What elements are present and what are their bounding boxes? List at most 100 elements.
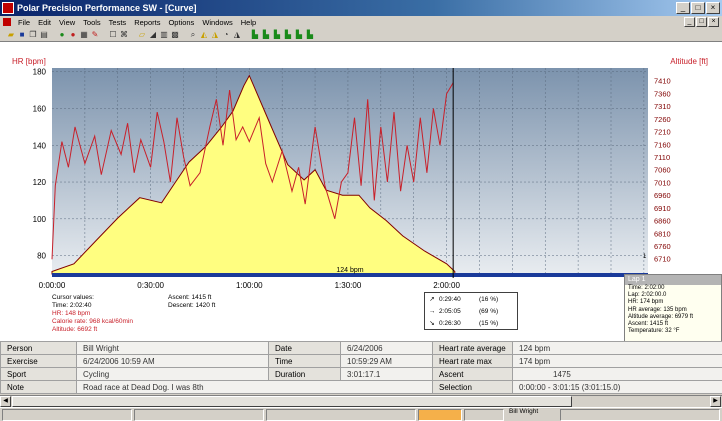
pie-icon[interactable]: ◔ bbox=[221, 30, 231, 40]
sport-value[interactable]: Cycling bbox=[76, 367, 269, 381]
zoom-icon[interactable]: ◢ bbox=[148, 30, 158, 40]
curve-power-icon[interactable]: ▙ bbox=[294, 30, 304, 40]
x-tick-label: 1:00:00 bbox=[236, 281, 263, 290]
copy-icon[interactable]: ❐ bbox=[28, 30, 38, 40]
cursor-altitude: Altitude: 6692 ft bbox=[52, 326, 98, 333]
menu-view[interactable]: View bbox=[55, 18, 79, 27]
status-person: Bill Wright bbox=[509, 408, 539, 415]
curve-temp-icon[interactable]: ▙ bbox=[305, 30, 315, 40]
date-label: Date bbox=[268, 341, 341, 355]
y-right-tick-label: 7360 bbox=[654, 89, 671, 98]
status-pane-4 bbox=[418, 409, 462, 421]
y-right-tick-label: 7010 bbox=[654, 178, 671, 187]
table-row: Person Bill Wright Date 6/24/2006 Heart … bbox=[0, 341, 722, 355]
curve-speed-icon[interactable]: ▙ bbox=[272, 30, 282, 40]
folder-chart-icon[interactable]: ▱ bbox=[137, 30, 147, 40]
curve-alt-icon[interactable]: ▙ bbox=[261, 30, 271, 40]
menu-tests[interactable]: Tests bbox=[105, 18, 131, 27]
y-right-tick-label: 7410 bbox=[654, 77, 671, 86]
grid-icon[interactable]: ▩ bbox=[170, 30, 180, 40]
ascent-value-cell: 1475 bbox=[512, 367, 722, 381]
note-label: Note bbox=[0, 380, 77, 394]
y-right-tick-label: 6810 bbox=[654, 229, 671, 238]
ascent-descent-panel: Ascent: 1415 ft Descent: 1420 ft bbox=[168, 294, 215, 310]
zoom-in-icon[interactable]: ⌕ bbox=[188, 30, 198, 40]
menu-options[interactable]: Options bbox=[164, 18, 198, 27]
scale-icon[interactable]: ◮ bbox=[210, 30, 220, 40]
exercise-value[interactable]: 6/24/2006 10:59 AM bbox=[76, 354, 269, 368]
person-value[interactable]: Bill Wright bbox=[76, 341, 269, 355]
open-folder-icon[interactable]: ▰ bbox=[6, 30, 16, 40]
menu-tools[interactable]: Tools bbox=[79, 18, 105, 27]
note-icon[interactable]: ✎ bbox=[90, 30, 100, 40]
status-pane-6 bbox=[560, 409, 720, 421]
document-icon[interactable] bbox=[3, 18, 11, 26]
menu-help[interactable]: Help bbox=[237, 18, 260, 27]
status-pane-2 bbox=[134, 409, 264, 421]
y-right-tick-label: 7110 bbox=[654, 153, 670, 162]
y-right-tick-label: 7060 bbox=[654, 166, 671, 175]
status-pane-3 bbox=[266, 409, 416, 421]
y-left-tick-label: 140 bbox=[33, 141, 47, 150]
maximize-button[interactable]: □ bbox=[691, 2, 705, 14]
x-tick-label: 1:30:00 bbox=[335, 281, 362, 290]
bar-chart-icon[interactable]: ▥ bbox=[159, 30, 169, 40]
minimize-button[interactable]: _ bbox=[676, 2, 690, 14]
exercise-info-table: Person Bill Wright Date 6/24/2006 Heart … bbox=[0, 341, 722, 395]
curve-cadence-icon[interactable]: ▙ bbox=[283, 30, 293, 40]
menu-edit[interactable]: Edit bbox=[34, 18, 55, 27]
horizontal-scrollbar[interactable]: ◀ ▶ bbox=[0, 395, 722, 407]
menu-file[interactable]: File bbox=[14, 18, 34, 27]
curve-icon[interactable]: ◮ bbox=[232, 30, 242, 40]
zoom-out-icon[interactable]: ◭ bbox=[199, 30, 209, 40]
selection-label: Selection bbox=[432, 380, 513, 394]
status-pane-5 bbox=[464, 409, 504, 421]
y-right-tick-label: 7160 bbox=[654, 140, 671, 149]
time-value[interactable]: 10:59:29 AM bbox=[340, 354, 433, 368]
duration-label: Duration bbox=[268, 367, 341, 381]
scroll-left-arrow-icon[interactable]: ◀ bbox=[0, 396, 11, 407]
save-icon[interactable]: ■ bbox=[17, 30, 27, 40]
scroll-right-arrow-icon[interactable]: ▶ bbox=[710, 396, 721, 407]
y-left-tick-label: 180 bbox=[33, 68, 47, 77]
doc-restore-button[interactable]: □ bbox=[696, 17, 707, 27]
menu-bar: File Edit View Tools Tests Reports Optio… bbox=[0, 16, 722, 28]
heart-icon[interactable]: ● bbox=[68, 30, 78, 40]
table-row: Sport Cycling Duration 3:01:17.1 Ascent … bbox=[0, 367, 722, 381]
lap-title: Lap 1 bbox=[625, 275, 721, 285]
menu-windows[interactable]: Windows bbox=[198, 18, 236, 27]
toolbar: ▰ ■ ❐ ▤ ● ● ▦ ✎ ☐ ⌘ ▱ ◢ ▥ ▩ ⌕ ◭ ◮ ◔ ◮ ▙ … bbox=[0, 28, 722, 42]
x-tick-label: 0:30:00 bbox=[137, 281, 164, 290]
doc-close-button[interactable]: × bbox=[708, 17, 719, 27]
table-row: Note Road race at Dead Dog. I was 8th Se… bbox=[0, 380, 722, 394]
date-value[interactable]: 6/24/2006 bbox=[340, 341, 433, 355]
ascent-value: Ascent: 1415 ft bbox=[168, 294, 212, 301]
window-title: Polar Precision Performance SW - [Curve] bbox=[17, 3, 197, 13]
globe-icon[interactable]: ● bbox=[57, 30, 67, 40]
print-icon[interactable]: ▤ bbox=[39, 30, 49, 40]
lap-ascent: Ascent: 1415 ft bbox=[628, 321, 669, 328]
edit-icon[interactable]: ☐ bbox=[108, 30, 118, 40]
sport-label: Sport bbox=[0, 367, 77, 381]
bike-icon[interactable]: ⌘ bbox=[119, 30, 129, 40]
lap-marker[interactable]: 1 bbox=[643, 254, 646, 260]
duration-value[interactable]: 3:01:17.1 bbox=[340, 367, 433, 381]
note-value[interactable]: Road race at Dead Dog. I was 8th bbox=[76, 380, 433, 394]
hr-average-label: Heart rate average bbox=[432, 341, 513, 355]
menu-reports[interactable]: Reports bbox=[130, 18, 164, 27]
curve-hr-icon[interactable]: ▙ bbox=[250, 30, 260, 40]
calendar-icon[interactable]: ▦ bbox=[79, 30, 89, 40]
slope-up-row: ↗ 0:29:40 (16 %) bbox=[425, 293, 517, 305]
arrow-right-icon: → bbox=[428, 307, 436, 315]
lap-info-tooltip: Lap 1 Time: 2:02:00 Lap: 2:02:00.0 HR: 1… bbox=[624, 274, 722, 344]
arrow-down-icon: ↘ bbox=[429, 320, 435, 327]
ascent-label: Ascent bbox=[432, 367, 513, 381]
close-button[interactable]: × bbox=[706, 2, 720, 14]
status-pane-1 bbox=[2, 409, 132, 421]
scrollbar-thumb[interactable] bbox=[12, 396, 572, 407]
curve-chart-area[interactable]: 124 bpm HR [bpm] Altitude [ft] 80 100 120 1… bbox=[0, 42, 722, 344]
doc-minimize-button[interactable]: _ bbox=[684, 17, 695, 27]
y-right-tick-label: 6760 bbox=[654, 242, 671, 251]
y-right-tick-label: 6710 bbox=[654, 255, 671, 264]
lap-hr: HR: 174 bpm bbox=[628, 299, 664, 306]
